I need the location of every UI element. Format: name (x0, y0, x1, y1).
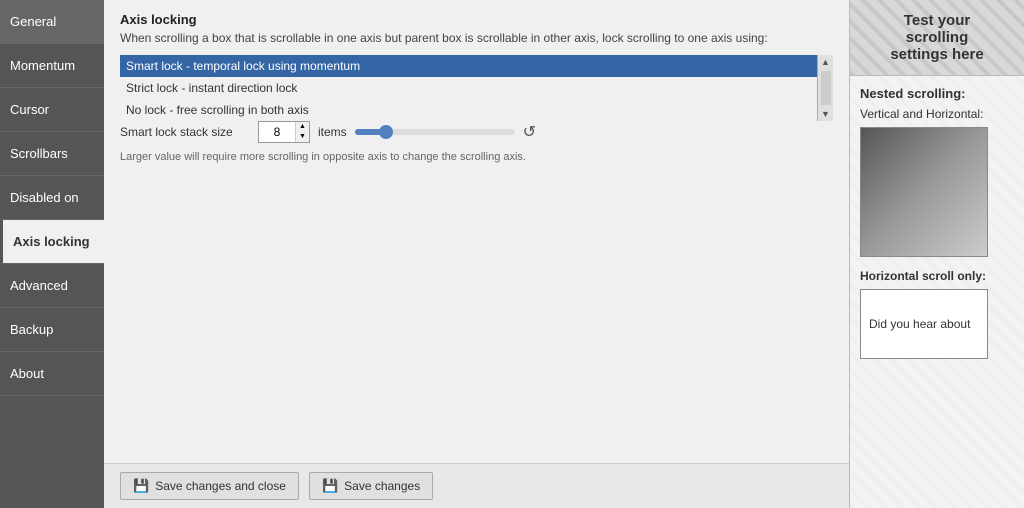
horiz-demo-box[interactable]: Did you hear about (860, 289, 988, 359)
scroll-demo-box[interactable] (860, 127, 988, 257)
dropdown-option-smart[interactable]: Smart lock - temporal lock using momentu… (120, 55, 817, 77)
scroll-down-arrow[interactable]: ▼ (819, 107, 832, 121)
stack-size-input[interactable] (259, 122, 295, 142)
stack-size-row: Smart lock stack size ▲ ▼ items ↺ (120, 121, 833, 143)
spinner-down-button[interactable]: ▼ (296, 132, 309, 142)
sidebar-item-general-label: General (10, 14, 56, 29)
nested-scrolling-subtitle: Vertical and Horizontal: (860, 107, 1014, 121)
axis-lock-dropdown[interactable]: Smart lock - temporal lock using momentu… (120, 55, 833, 121)
number-spinners: ▲ ▼ (295, 122, 309, 142)
main-content: Axis locking When scrolling a box that i… (104, 0, 849, 508)
slider-track[interactable] (355, 129, 515, 135)
section-title: Axis locking (120, 12, 833, 27)
help-text: Larger value will require more scrolling… (120, 151, 833, 163)
save-label: Save changes (344, 479, 420, 493)
nested-section[interactable]: Nested scrolling: Vertical and Horizonta… (850, 76, 1024, 508)
slider-reset-button[interactable]: ↺ (521, 122, 538, 142)
scroll-demo-content (861, 128, 988, 257)
sidebar-item-disabled-on-label: Disabled on (10, 190, 79, 205)
sidebar-item-advanced[interactable]: Advanced (0, 264, 104, 308)
dropdown-scrollbar[interactable]: ▲ ▼ (817, 55, 833, 121)
sidebar-item-axis-locking-label: Axis locking (13, 234, 90, 249)
content-area: Axis locking When scrolling a box that i… (104, 0, 849, 463)
nested-scrolling-title: Nested scrolling: (860, 86, 1014, 101)
right-panel-title: Test yourscrollingsettings here (890, 12, 983, 63)
horiz-scroll-title: Horizontal scroll only: (860, 269, 1014, 283)
sidebar-item-axis-locking[interactable]: Axis locking (0, 220, 104, 264)
stack-size-input-wrap: ▲ ▼ (258, 121, 310, 143)
sidebar-item-momentum-label: Momentum (10, 58, 75, 73)
save-icon: 💾 (322, 478, 338, 494)
items-label: items (318, 125, 347, 139)
sidebar-item-disabled-on[interactable]: Disabled on (0, 176, 104, 220)
sidebar-item-backup-label: Backup (10, 322, 53, 337)
right-panel: Test yourscrollingsettings here Nested s… (849, 0, 1024, 508)
right-panel-header: Test yourscrollingsettings here (850, 0, 1024, 76)
dropdown-option-no-lock[interactable]: No lock - free scrolling in both axis (120, 99, 817, 121)
horiz-demo-content: Did you hear about (861, 309, 978, 339)
save-close-icon: 💾 (133, 478, 149, 494)
sidebar: General Momentum Cursor Scrollbars Disab… (0, 0, 104, 508)
section-description: When scrolling a box that is scrollable … (120, 31, 833, 45)
sidebar-item-backup[interactable]: Backup (0, 308, 104, 352)
dropdown-list: Smart lock - temporal lock using momentu… (120, 55, 817, 121)
scroll-up-arrow[interactable]: ▲ (819, 55, 832, 69)
sidebar-item-scrollbars[interactable]: Scrollbars (0, 132, 104, 176)
sidebar-item-cursor[interactable]: Cursor (0, 88, 104, 132)
save-close-button[interactable]: 💾 Save changes and close (120, 472, 299, 500)
sidebar-item-momentum[interactable]: Momentum (0, 44, 104, 88)
scroll-thumb[interactable] (821, 71, 831, 105)
spinner-up-button[interactable]: ▲ (296, 122, 309, 132)
save-button[interactable]: 💾 Save changes (309, 472, 433, 500)
slider-thumb[interactable] (379, 125, 393, 139)
save-close-label: Save changes and close (155, 479, 286, 493)
sidebar-item-about-label: About (10, 366, 44, 381)
sidebar-item-advanced-label: Advanced (10, 278, 68, 293)
sidebar-item-general[interactable]: General (0, 0, 104, 44)
footer: 💾 Save changes and close 💾 Save changes (104, 463, 849, 508)
sidebar-item-about[interactable]: About (0, 352, 104, 396)
sidebar-item-cursor-label: Cursor (10, 102, 49, 117)
slider-wrap: ↺ (355, 122, 538, 142)
dropdown-option-strict[interactable]: Strict lock - instant direction lock (120, 77, 817, 99)
stack-size-label: Smart lock stack size (120, 125, 250, 139)
sidebar-item-scrollbars-label: Scrollbars (10, 146, 68, 161)
